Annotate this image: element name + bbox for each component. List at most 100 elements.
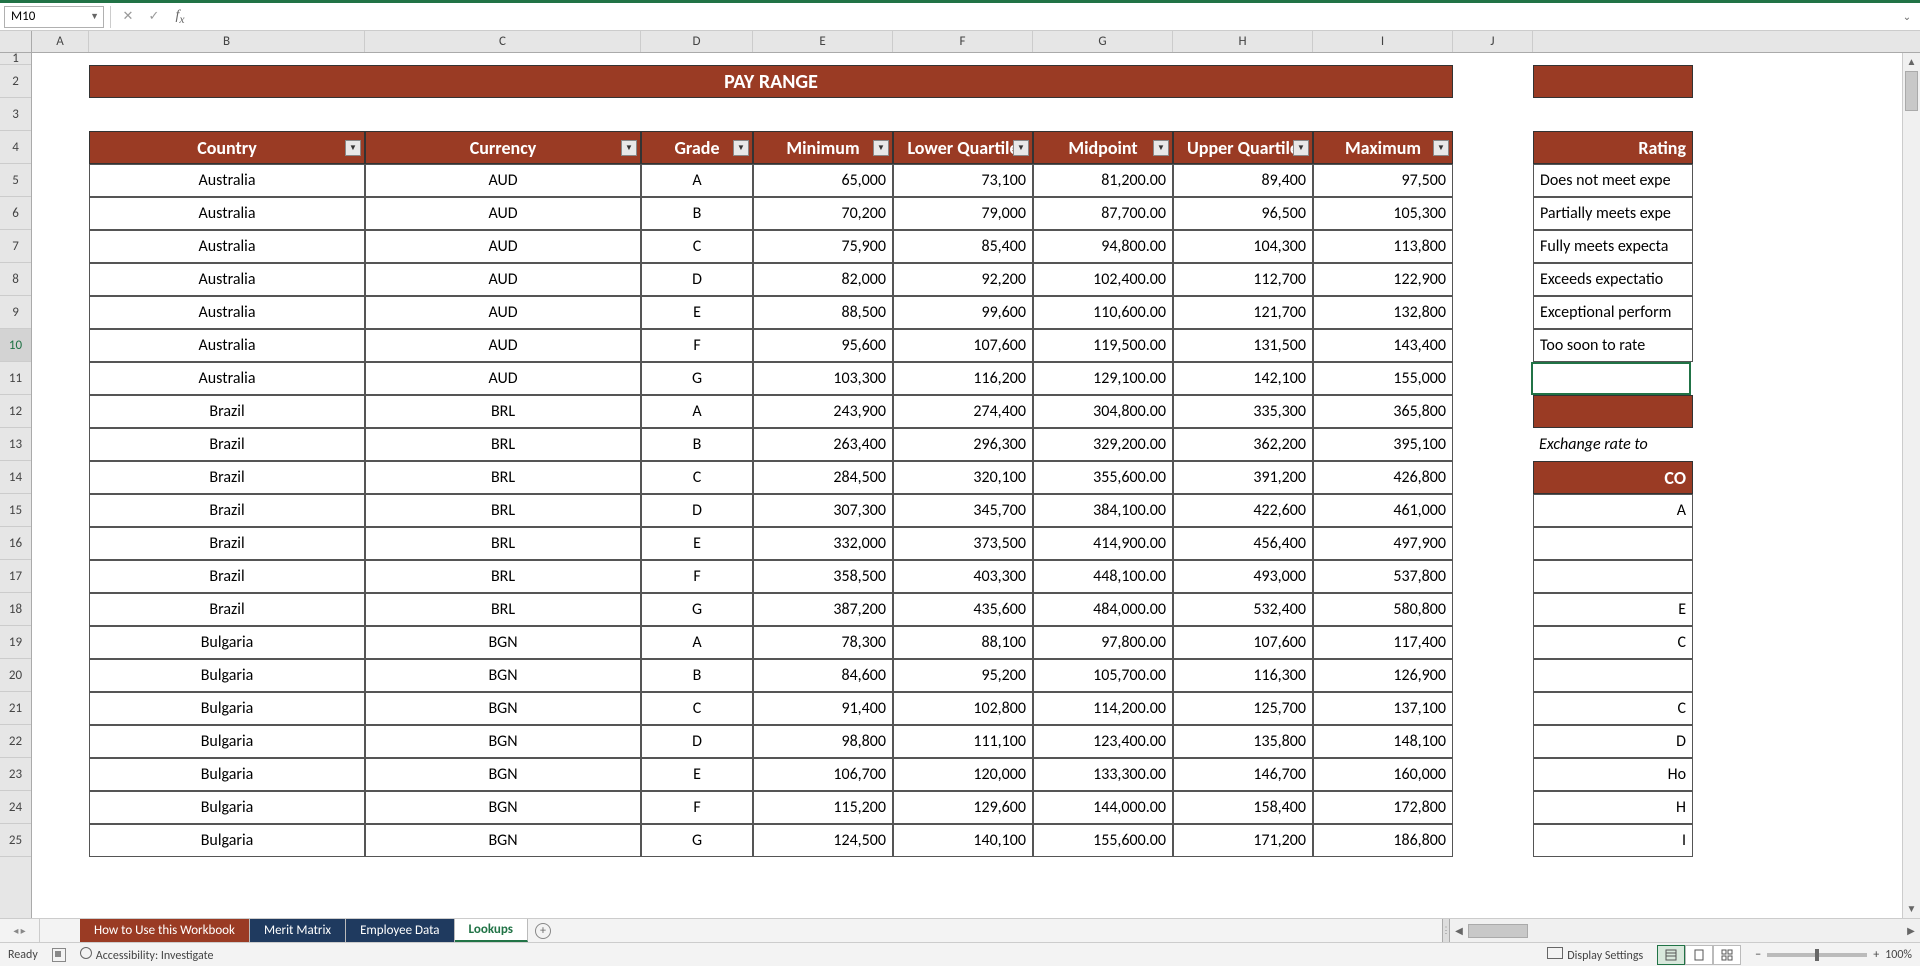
cell[interactable] — [1453, 494, 1533, 527]
table-cell[interactable]: 115,200 — [753, 791, 893, 824]
table-cell[interactable]: Bulgaria — [89, 659, 365, 692]
col-header-F[interactable]: F — [893, 31, 1033, 52]
table-cell[interactable]: G — [641, 593, 753, 626]
table-cell[interactable]: BGN — [365, 758, 641, 791]
table-cell[interactable]: D — [641, 263, 753, 296]
table-cell[interactable]: 243,900 — [753, 395, 893, 428]
select-all-corner[interactable] — [0, 31, 32, 52]
cell[interactable] — [1453, 725, 1533, 758]
col-header-A[interactable]: A — [32, 31, 89, 52]
cell[interactable] — [32, 197, 89, 230]
cell[interactable] — [1453, 230, 1533, 263]
horizontal-scrollbar[interactable]: ◀ ▶ — [1450, 919, 1920, 942]
table-cell[interactable]: 137,100 — [1313, 692, 1453, 725]
table-cell[interactable]: 532,400 — [1173, 593, 1313, 626]
table-cell[interactable]: 158,400 — [1173, 791, 1313, 824]
row-header-22[interactable]: 22 — [0, 725, 31, 758]
cell[interactable] — [1453, 362, 1533, 395]
table-cell[interactable]: 105,300 — [1313, 197, 1453, 230]
cell[interactable] — [1453, 560, 1533, 593]
table-cell[interactable]: BRL — [365, 593, 641, 626]
row-header-20[interactable]: 20 — [0, 659, 31, 692]
side-co-cell[interactable]: D — [1533, 725, 1693, 758]
cell[interactable] — [1453, 527, 1533, 560]
filter-icon[interactable]: ▼ — [1013, 140, 1029, 156]
rating-cell[interactable]: Partially meets expe — [1533, 197, 1693, 230]
table-cell[interactable]: 332,000 — [753, 527, 893, 560]
table-cell[interactable]: 537,800 — [1313, 560, 1453, 593]
formula-input[interactable] — [195, 6, 1894, 28]
table-cell[interactable]: Brazil — [89, 494, 365, 527]
side-co-cell[interactable] — [1533, 560, 1693, 593]
table-cell[interactable]: 335,300 — [1173, 395, 1313, 428]
table-cell[interactable]: Brazil — [89, 395, 365, 428]
table-cell[interactable]: BGN — [365, 791, 641, 824]
table-cell[interactable]: 263,400 — [753, 428, 893, 461]
table-cell[interactable]: C — [641, 692, 753, 725]
row-header-10[interactable]: 10 — [0, 329, 31, 362]
table-cell[interactable]: Australia — [89, 263, 365, 296]
table-cell[interactable]: 121,700 — [1173, 296, 1313, 329]
row-header-6[interactable]: 6 — [0, 197, 31, 230]
table-cell[interactable]: A — [641, 395, 753, 428]
table-cell[interactable]: 107,600 — [893, 329, 1033, 362]
table-cell[interactable]: AUD — [365, 230, 641, 263]
cell[interactable] — [1453, 428, 1533, 461]
table-cell[interactable]: BGN — [365, 824, 641, 857]
table-cell[interactable]: A — [641, 164, 753, 197]
table-cell[interactable]: 148,100 — [1313, 725, 1453, 758]
table-cell[interactable]: 365,800 — [1313, 395, 1453, 428]
table-cell[interactable]: 96,500 — [1173, 197, 1313, 230]
row-header-12[interactable]: 12 — [0, 395, 31, 428]
table-cell[interactable]: 129,600 — [893, 791, 1033, 824]
table-cell[interactable]: BRL — [365, 461, 641, 494]
row-header-11[interactable]: 11 — [0, 362, 31, 395]
table-cell[interactable]: Australia — [89, 296, 365, 329]
table-cell[interactable]: 98,800 — [753, 725, 893, 758]
cell[interactable] — [32, 329, 89, 362]
cell[interactable] — [32, 626, 89, 659]
table-cell[interactable]: BRL — [365, 494, 641, 527]
table-cell[interactable]: 89,400 — [1173, 164, 1313, 197]
row-header-25[interactable]: 25 — [0, 824, 31, 857]
cell[interactable] — [32, 230, 89, 263]
header-maximum[interactable]: Maximum▼ — [1313, 131, 1453, 164]
cell[interactable] — [1453, 131, 1533, 164]
table-cell[interactable]: 120,000 — [893, 758, 1033, 791]
table-cell[interactable]: 116,300 — [1173, 659, 1313, 692]
table-cell[interactable]: 114,200.00 — [1033, 692, 1173, 725]
side-header-co[interactable]: CO — [1533, 461, 1693, 494]
cell[interactable] — [32, 362, 89, 395]
table-cell[interactable]: 81,200.00 — [1033, 164, 1173, 197]
table-cell[interactable]: 73,100 — [893, 164, 1033, 197]
table-cell[interactable]: 107,600 — [1173, 626, 1313, 659]
cell[interactable] — [32, 824, 89, 857]
rating-cell[interactable]: Fully meets expecta — [1533, 230, 1693, 263]
filter-icon[interactable]: ▼ — [345, 140, 361, 156]
header-grade[interactable]: Grade▼ — [641, 131, 753, 164]
table-cell[interactable]: 133,300.00 — [1033, 758, 1173, 791]
cell[interactable] — [1453, 197, 1533, 230]
table-cell[interactable]: 123,400.00 — [1033, 725, 1173, 758]
enter-formula-icon[interactable]: ✓ — [143, 6, 165, 28]
filter-icon[interactable]: ▼ — [873, 140, 889, 156]
table-cell[interactable]: 358,500 — [753, 560, 893, 593]
cell[interactable] — [1453, 791, 1533, 824]
table-cell[interactable]: 78,300 — [753, 626, 893, 659]
col-header-E[interactable]: E — [753, 31, 893, 52]
cell[interactable] — [32, 791, 89, 824]
table-cell[interactable]: 387,200 — [753, 593, 893, 626]
table-cell[interactable]: 129,100.00 — [1033, 362, 1173, 395]
table-cell[interactable]: 112,700 — [1173, 263, 1313, 296]
table-cell[interactable]: Bulgaria — [89, 626, 365, 659]
view-page-layout-button[interactable] — [1685, 945, 1713, 965]
scroll-thumb[interactable] — [1905, 71, 1918, 111]
table-cell[interactable]: BGN — [365, 659, 641, 692]
table-cell[interactable]: B — [641, 197, 753, 230]
cell[interactable] — [1453, 329, 1533, 362]
cell[interactable] — [32, 461, 89, 494]
col-header-D[interactable]: D — [641, 31, 753, 52]
table-cell[interactable]: 171,200 — [1173, 824, 1313, 857]
table-cell[interactable]: AUD — [365, 296, 641, 329]
row-header-4[interactable]: 4 — [0, 131, 31, 164]
